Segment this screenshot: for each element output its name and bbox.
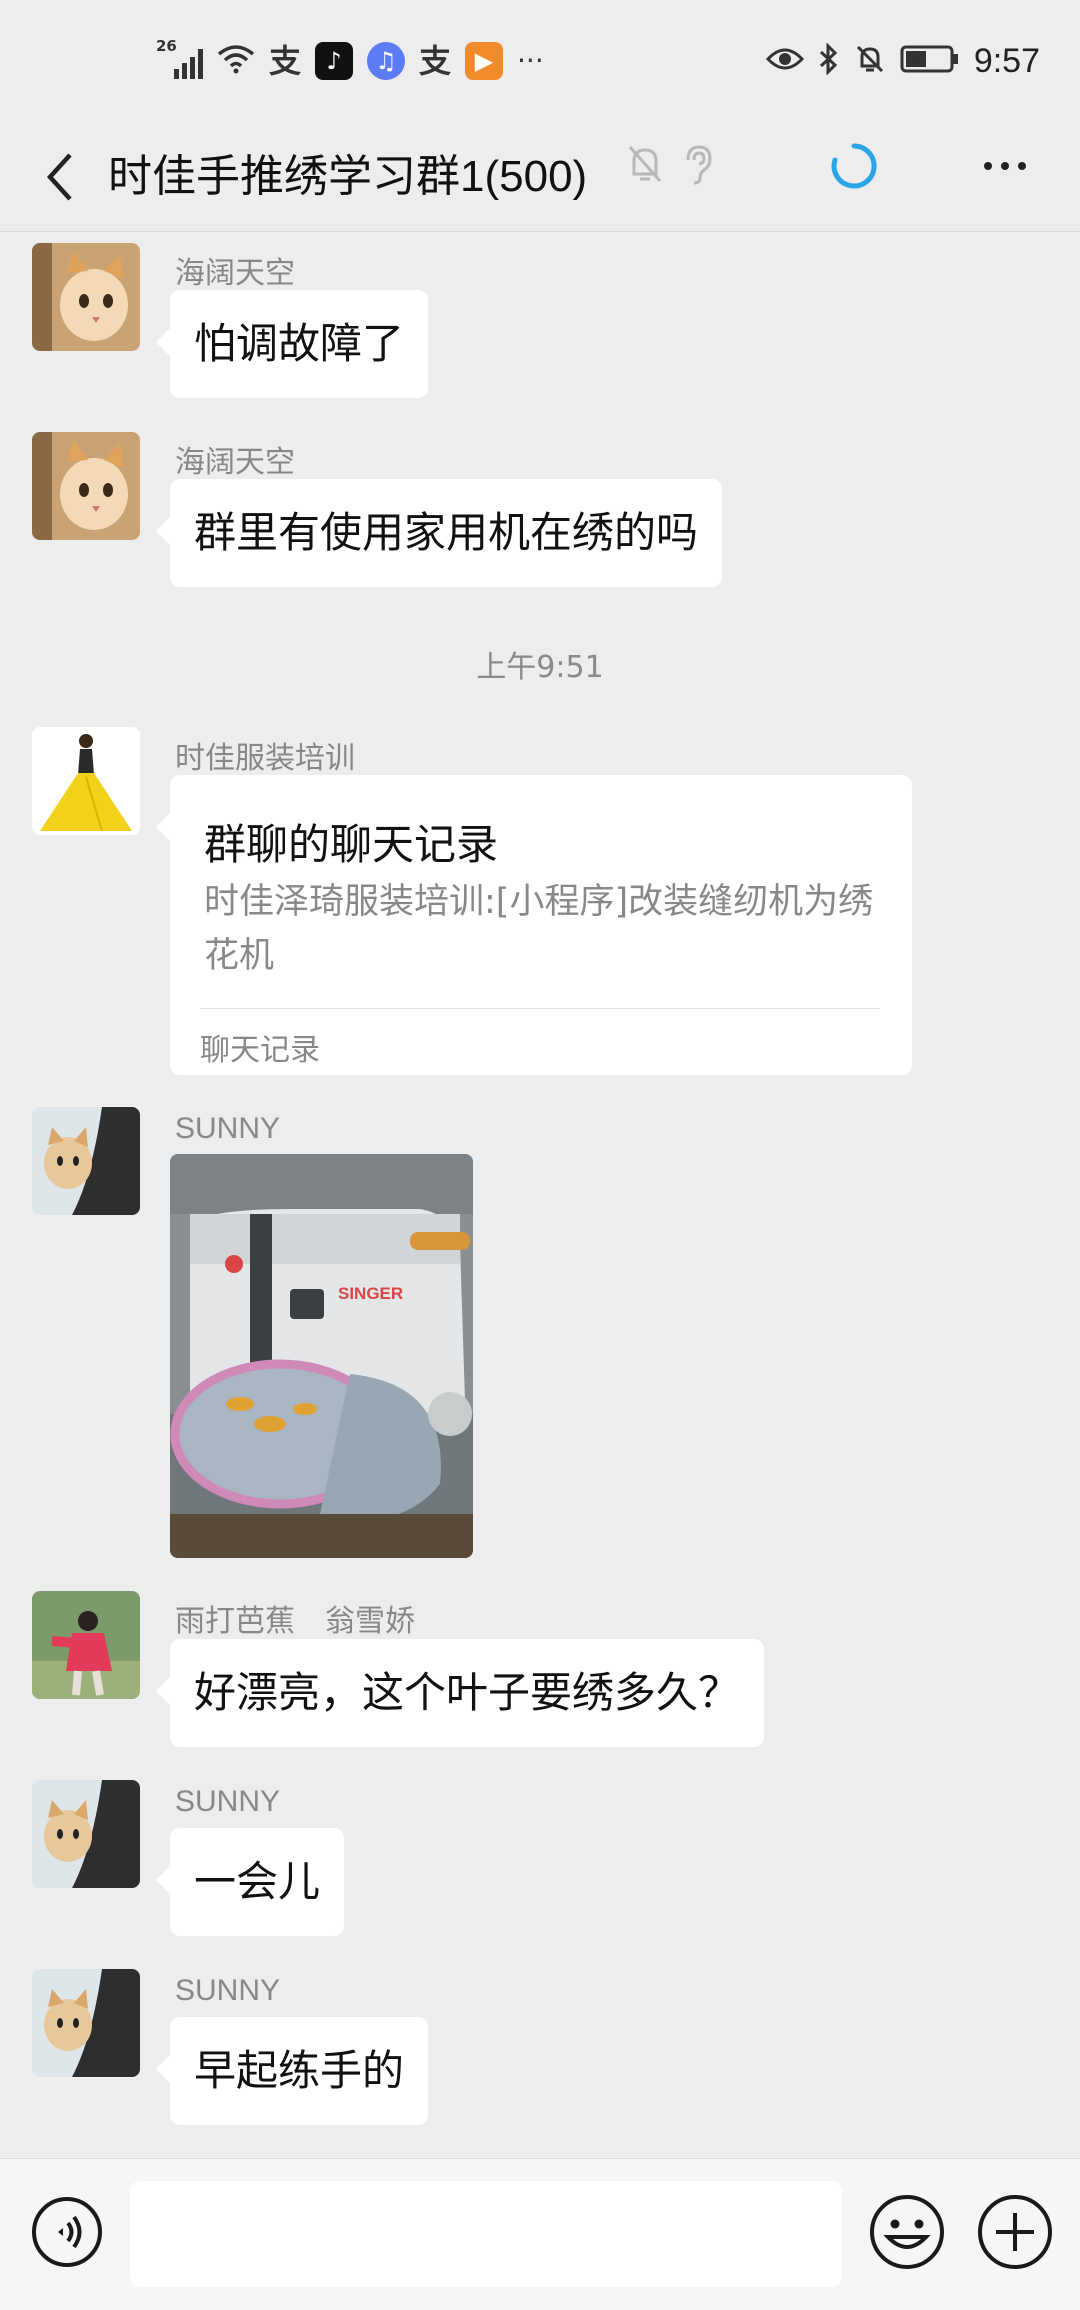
avatar[interactable] [32,432,140,540]
chat-record-card[interactable]: 群聊的聊天记录 时佳泽琦服装培训:[小程序]改装缝纫机为绣花机 聊天记录 [156,775,912,1075]
sewing-machine-photo[interactable]: SINGER [170,1154,473,1558]
message-bubble[interactable]: 怕调故障了 [155,290,429,398]
ear-icon [680,142,716,190]
alipay-icon-2: 支 [419,42,452,80]
sender-name: 时佳服装培训 [175,742,355,775]
sender-name: SUNNY [175,1112,281,1145]
loading-spinner-icon [828,140,880,196]
message-bubble[interactable]: 一会儿 [155,1828,345,1936]
alipay-icon: 支 [269,42,302,80]
message-bubble[interactable]: 早起练手的 [155,2017,429,2125]
sender-name: 雨打芭蕉 翁雪娇 [175,1605,415,1638]
clock: 9:57 [973,41,1040,80]
voice-icon [32,2197,102,2267]
sender-name: 海阔天空 [175,257,295,290]
battery-icon [900,44,960,78]
mute-bell-icon-header [625,142,665,190]
card-title: 群聊的聊天记录 [204,820,499,869]
time-divider: 上午9:51 [476,650,604,685]
singer-logo: SINGER [338,1284,403,1303]
avatar[interactable] [32,1591,140,1699]
sender-name: SUNNY [175,1785,281,1818]
signal-icon: 26 [156,37,203,79]
card-divider [200,1008,880,1009]
back-button[interactable] [30,142,90,212]
network-type-label: 26 [156,37,177,55]
bluetooth-icon [818,42,840,79]
input-bar [0,2158,1080,2310]
more-functions-button[interactable] [976,2193,1054,2271]
wifi-icon [217,44,255,78]
chevron-left-icon [46,153,72,201]
emoji-button[interactable] [868,2193,946,2271]
avatar[interactable] [32,243,140,351]
eye-icon [765,44,804,78]
chat-header: 时佳手推绣学习群1(500) [0,120,1080,232]
smiley-icon [870,2195,944,2269]
status-bar: 26 支 ♪ ♫ 支 ▶ ··· 9:57 [0,0,1080,120]
message-bubble[interactable]: 群里有使用家用机在绣的吗 [155,479,723,587]
tiktok-icon: ♪ [315,42,354,80]
chat-title: 时佳手推绣学习群1(500) [108,152,588,201]
sender-name: SUNNY [175,1974,281,2007]
avatar[interactable] [32,1969,140,2077]
more-options-button[interactable] [970,136,1040,196]
message-input[interactable] [130,2181,842,2287]
sender-name: 海阔天空 [175,446,295,479]
card-footer: 聊天记录 [200,1033,320,1068]
message-bubble[interactable]: 好漂亮，这个叶子要绣多久？ [155,1639,765,1747]
avatar[interactable] [32,727,140,835]
more-notifications-icon: ··· [517,44,544,77]
avatar[interactable] [32,1107,140,1215]
video-app-icon: ▶ [465,42,504,80]
status-left: 26 支 ♪ ♫ 支 ▶ ··· [156,37,544,84]
voice-button[interactable] [30,2195,104,2269]
card-description: 时佳泽琦服装培训:[小程序]改装缝纫机为绣花机 [204,882,874,976]
mute-bell-icon [854,43,886,79]
status-right: 9:57 [765,38,1040,84]
plus-icon [978,2195,1052,2269]
avatar[interactable] [32,1780,140,1888]
music-icon: ♫ [367,42,406,80]
